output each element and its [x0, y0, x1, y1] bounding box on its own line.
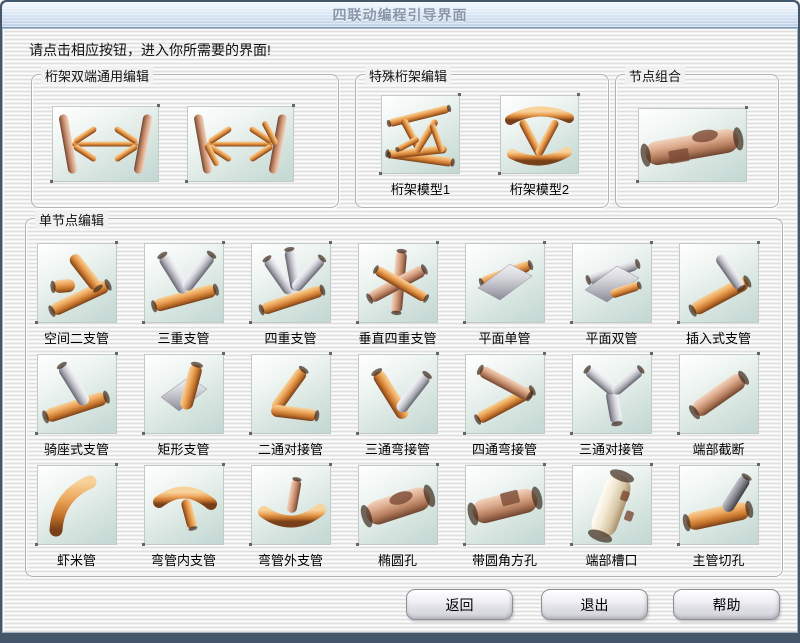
grid-cell: 骑座式支管	[34, 354, 141, 465]
thumb-truss-model-2-label: 桁架模型2	[486, 179, 593, 198]
group-truss-general: 桁架双端通用编辑	[31, 74, 339, 208]
thumb-three-way-butt[interactable]	[572, 354, 652, 434]
thumb-end-truncate-label: 端部截断	[692, 439, 744, 458]
thumb-end-slot[interactable]	[572, 465, 652, 545]
thumb-three-way-elbow-label: 三通弯接管	[365, 439, 430, 458]
grid-cell: 矩形支管	[141, 354, 248, 465]
thumb-quad-branch-label: 四重支管	[264, 328, 316, 347]
grid-cell: 端部槽口	[569, 465, 676, 576]
window-title: 四联动编程引导界面	[333, 5, 468, 25]
instruction-text: 请点击相应按钮，进入你所需要的界面!	[29, 40, 271, 60]
thumb-vertical-quad-branch-label: 垂直四重支管	[358, 328, 436, 347]
grid-cell: 虾米管	[34, 465, 141, 576]
grid-cell: 三通对接管	[569, 354, 676, 465]
grid-cell: 主管切孔	[676, 465, 783, 576]
group-special-truss: 特殊桁架编辑 桁架模型1 桁架模型2	[355, 74, 609, 208]
thumb-truss-end-type-2[interactable]	[187, 106, 294, 182]
single-node-grid: 空间二支管 三重支管 四重支管 垂直四重支管 平面单管	[34, 243, 782, 576]
group-special-truss-title: 特殊桁架编辑	[365, 66, 451, 85]
thumb-bend-outer-branch-label: 弯管外支管	[258, 550, 323, 569]
thumb-four-way-elbow[interactable]	[465, 354, 545, 434]
thumb-two-way-butt[interactable]	[251, 354, 331, 434]
special-truss-cell: 桁架模型2	[486, 95, 593, 198]
thumb-two-way-butt-label: 二通对接管	[258, 439, 323, 458]
thumb-ellipse-hole-label: 椭圆孔	[378, 550, 417, 569]
thumb-plane-single-pipe[interactable]	[465, 243, 545, 323]
thumb-plane-double-pipe[interactable]	[572, 243, 652, 323]
exit-button[interactable]: 退出	[541, 589, 648, 620]
thumb-end-truncate[interactable]	[679, 354, 759, 434]
thumb-bend-inner-branch-label: 弯管内支管	[151, 550, 216, 569]
thumb-rounded-square-hole[interactable]	[465, 465, 545, 545]
grid-cell: 带圆角方孔	[462, 465, 569, 576]
grid-cell: 插入式支管	[676, 243, 783, 354]
thumb-vertical-quad-branch[interactable]	[358, 243, 438, 323]
thumb-space-two-branch-label: 空间二支管	[44, 328, 109, 347]
group-single-node: 单节点编辑 空间二支管 三重支管 四重支管 垂直四重支管	[25, 218, 783, 577]
grid-cell: 二通对接管	[248, 354, 355, 465]
thumb-node-combo[interactable]	[638, 108, 747, 182]
grid-cell: 椭圆孔	[355, 465, 462, 576]
thumb-shrimp-pipe-label: 虾米管	[57, 550, 96, 569]
thumb-three-way-butt-label: 三通对接管	[579, 439, 644, 458]
thumb-four-way-elbow-label: 四通弯接管	[472, 439, 537, 458]
group-truss-general-title: 桁架双端通用编辑	[41, 66, 153, 85]
thumb-three-way-elbow[interactable]	[358, 354, 438, 434]
thumb-insert-branch-label: 插入式支管	[686, 328, 751, 347]
thumb-saddle-branch-label: 骑座式支管	[44, 439, 109, 458]
thumb-shrimp-pipe[interactable]	[37, 465, 117, 545]
thumb-saddle-branch[interactable]	[37, 354, 117, 434]
thumb-rect-branch-label: 矩形支管	[157, 439, 209, 458]
grid-cell: 四通弯接管	[462, 354, 569, 465]
grid-cell: 空间二支管	[34, 243, 141, 354]
thumb-truss-model-1-label: 桁架模型1	[367, 179, 474, 198]
thumb-insert-branch[interactable]	[679, 243, 759, 323]
thumb-triple-branch[interactable]	[144, 243, 224, 323]
grid-cell: 平面双管	[569, 243, 676, 354]
thumb-main-pipe-cut-hole-label: 主管切孔	[692, 550, 744, 569]
help-button[interactable]: 帮助	[673, 589, 780, 620]
grid-cell: 弯管外支管	[248, 465, 355, 576]
thumb-truss-model-1[interactable]	[381, 95, 460, 174]
thumb-triple-branch-label: 三重支管	[157, 328, 209, 347]
thumb-bend-outer-branch[interactable]	[251, 465, 331, 545]
thumb-ellipse-hole[interactable]	[358, 465, 438, 545]
back-button[interactable]: 返回	[406, 589, 513, 620]
grid-cell: 端部截断	[676, 354, 783, 465]
thumb-rect-branch[interactable]	[144, 354, 224, 434]
thumb-main-pipe-cut-hole[interactable]	[679, 465, 759, 545]
dialog-window: 四联动编程引导界面 请点击相应按钮，进入你所需要的界面! 桁架双端通用编辑 特殊…	[0, 0, 800, 643]
thumb-quad-branch[interactable]	[251, 243, 331, 323]
thumb-space-two-branch[interactable]	[37, 243, 117, 323]
thumb-plane-double-pipe-label: 平面双管	[585, 328, 637, 347]
dialog-content: 请点击相应按钮，进入你所需要的界面! 桁架双端通用编辑 特殊桁架编辑 桁架模型1…	[2, 28, 798, 633]
thumb-end-slot-label: 端部槽口	[585, 550, 637, 569]
special-truss-cell: 桁架模型1	[367, 95, 474, 198]
thumb-rounded-square-hole-label: 带圆角方孔	[472, 550, 537, 569]
grid-cell: 垂直四重支管	[355, 243, 462, 354]
grid-cell: 三重支管	[141, 243, 248, 354]
grid-cell: 四重支管	[248, 243, 355, 354]
group-single-node-title: 单节点编辑	[35, 210, 108, 229]
thumb-truss-end-type-1[interactable]	[52, 106, 159, 182]
thumb-plane-single-pipe-label: 平面单管	[478, 328, 530, 347]
grid-cell: 三通弯接管	[355, 354, 462, 465]
thumb-bend-inner-branch[interactable]	[144, 465, 224, 545]
grid-cell: 平面单管	[462, 243, 569, 354]
group-node-combo: 节点组合	[615, 74, 779, 208]
group-node-combo-title: 节点组合	[625, 66, 685, 85]
titlebar: 四联动编程引导界面	[2, 2, 798, 28]
thumb-truss-model-2[interactable]	[500, 95, 579, 174]
grid-cell: 弯管内支管	[141, 465, 248, 576]
